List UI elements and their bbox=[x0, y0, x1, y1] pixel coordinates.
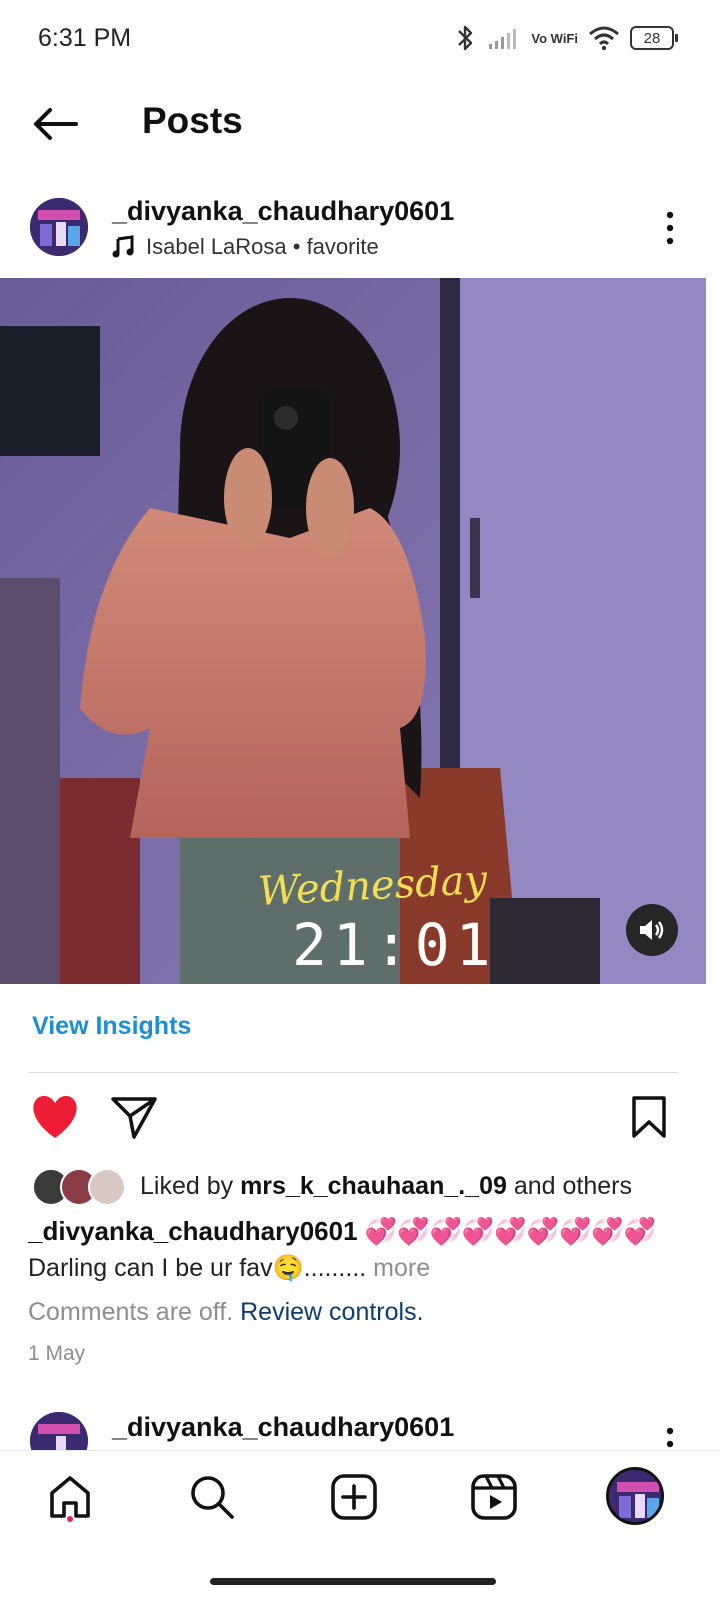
next-post-header: _divyanka_chaudhary0601 bbox=[0, 1400, 720, 1450]
next-post-username[interactable]: _divyanka_chaudhary0601 bbox=[112, 1412, 454, 1443]
divider bbox=[28, 1072, 678, 1073]
reels-icon bbox=[471, 1474, 517, 1520]
caption-text: Darling can I be ur fav🤤......... bbox=[28, 1254, 367, 1282]
page-title: Posts bbox=[142, 100, 243, 141]
create-icon bbox=[331, 1474, 377, 1520]
review-controls-link[interactable]: Review controls. bbox=[240, 1298, 423, 1326]
top-header: Posts bbox=[0, 88, 720, 160]
bottom-navigation bbox=[0, 1450, 720, 1547]
post-header: _divyanka_chaudhary0601 Isabel LaRosa • … bbox=[0, 188, 720, 268]
avatar[interactable] bbox=[30, 1412, 88, 1450]
more-options-button[interactable] bbox=[660, 210, 680, 246]
music-note-icon bbox=[112, 235, 134, 258]
avatar-image bbox=[30, 198, 88, 256]
status-bar: 6:31 PM Vo WiFi 28 bbox=[0, 0, 720, 78]
bluetooth-icon bbox=[458, 25, 473, 51]
more-vertical-icon bbox=[666, 211, 674, 245]
nav-search[interactable] bbox=[186, 1471, 238, 1523]
caption-text-line: Darling can I be ur fav🤤......... more bbox=[28, 1254, 430, 1283]
bookmark-icon bbox=[632, 1096, 666, 1138]
signal-icon bbox=[489, 29, 517, 49]
comments-off-text: Comments are off. bbox=[28, 1298, 241, 1326]
caption-line: _divyanka_chaudhary0601 💞💞💞💞💞💞💞💞💞 bbox=[28, 1216, 656, 1247]
comments-status: Comments are off. Review controls. bbox=[28, 1298, 424, 1327]
heart-filled-icon bbox=[33, 1096, 77, 1138]
post-date: 1 May bbox=[28, 1342, 86, 1365]
avatar bbox=[88, 1168, 126, 1206]
liked-by-suffix: and others bbox=[506, 1171, 632, 1200]
audio-attribution[interactable]: Isabel LaRosa • favorite bbox=[112, 234, 379, 260]
status-time: 6:31 PM bbox=[38, 24, 132, 52]
avatar bbox=[606, 1467, 664, 1525]
vowifi-text: Vo WiFi bbox=[531, 30, 578, 46]
view-insights-link[interactable]: View Insights bbox=[32, 1012, 191, 1041]
avatar-image bbox=[30, 1412, 88, 1450]
liker-avatars bbox=[32, 1168, 128, 1206]
share-button[interactable] bbox=[110, 1094, 158, 1140]
profile-avatar-image bbox=[609, 1470, 661, 1522]
back-button[interactable] bbox=[30, 104, 80, 144]
like-button[interactable] bbox=[30, 1094, 80, 1140]
audio-label: Isabel LaRosa • favorite bbox=[146, 234, 379, 259]
wifi-icon bbox=[589, 26, 619, 51]
liked-by-user[interactable]: mrs_k_chauhaan_._09 bbox=[240, 1172, 507, 1200]
avatar[interactable] bbox=[30, 198, 88, 256]
gesture-bar[interactable] bbox=[210, 1578, 496, 1585]
caption-username[interactable]: _divyanka_chaudhary0601 bbox=[28, 1216, 358, 1246]
post-username[interactable]: _divyanka_chaudhary0601 bbox=[112, 196, 454, 227]
status-icons: Vo WiFi 28 bbox=[455, 20, 678, 56]
home-icon bbox=[50, 1476, 90, 1518]
post-media[interactable]: Wednesday 21:01 bbox=[0, 278, 706, 984]
save-button[interactable] bbox=[628, 1094, 670, 1140]
more-vertical-icon bbox=[666, 1427, 674, 1448]
volume-icon bbox=[640, 920, 664, 940]
battery-indicator: 28 bbox=[630, 26, 678, 50]
caption-more-link[interactable]: more bbox=[366, 1254, 430, 1282]
nav-create[interactable] bbox=[328, 1471, 380, 1523]
vowifi-label: Vo WiFi bbox=[531, 32, 578, 45]
nav-profile[interactable] bbox=[606, 1467, 664, 1525]
send-icon bbox=[111, 1097, 157, 1139]
home-notification-dot bbox=[67, 1516, 73, 1522]
back-arrow-icon bbox=[34, 108, 78, 140]
liked-by-row[interactable]: Liked by mrs_k_chauhaan_._09 and others bbox=[32, 1166, 632, 1206]
sound-toggle-button[interactable] bbox=[626, 904, 678, 956]
liked-by-prefix: Liked by bbox=[140, 1171, 241, 1200]
search-icon bbox=[191, 1476, 234, 1519]
story-overlay-time: 21:01 bbox=[292, 911, 497, 979]
nav-reels[interactable] bbox=[468, 1471, 520, 1523]
more-options-button[interactable] bbox=[660, 1426, 680, 1450]
liked-by-text: Liked by mrs_k_chauhaan_._09 and others bbox=[140, 1172, 632, 1201]
caption-emojis: 💞💞💞💞💞💞💞💞💞 bbox=[364, 1216, 657, 1246]
